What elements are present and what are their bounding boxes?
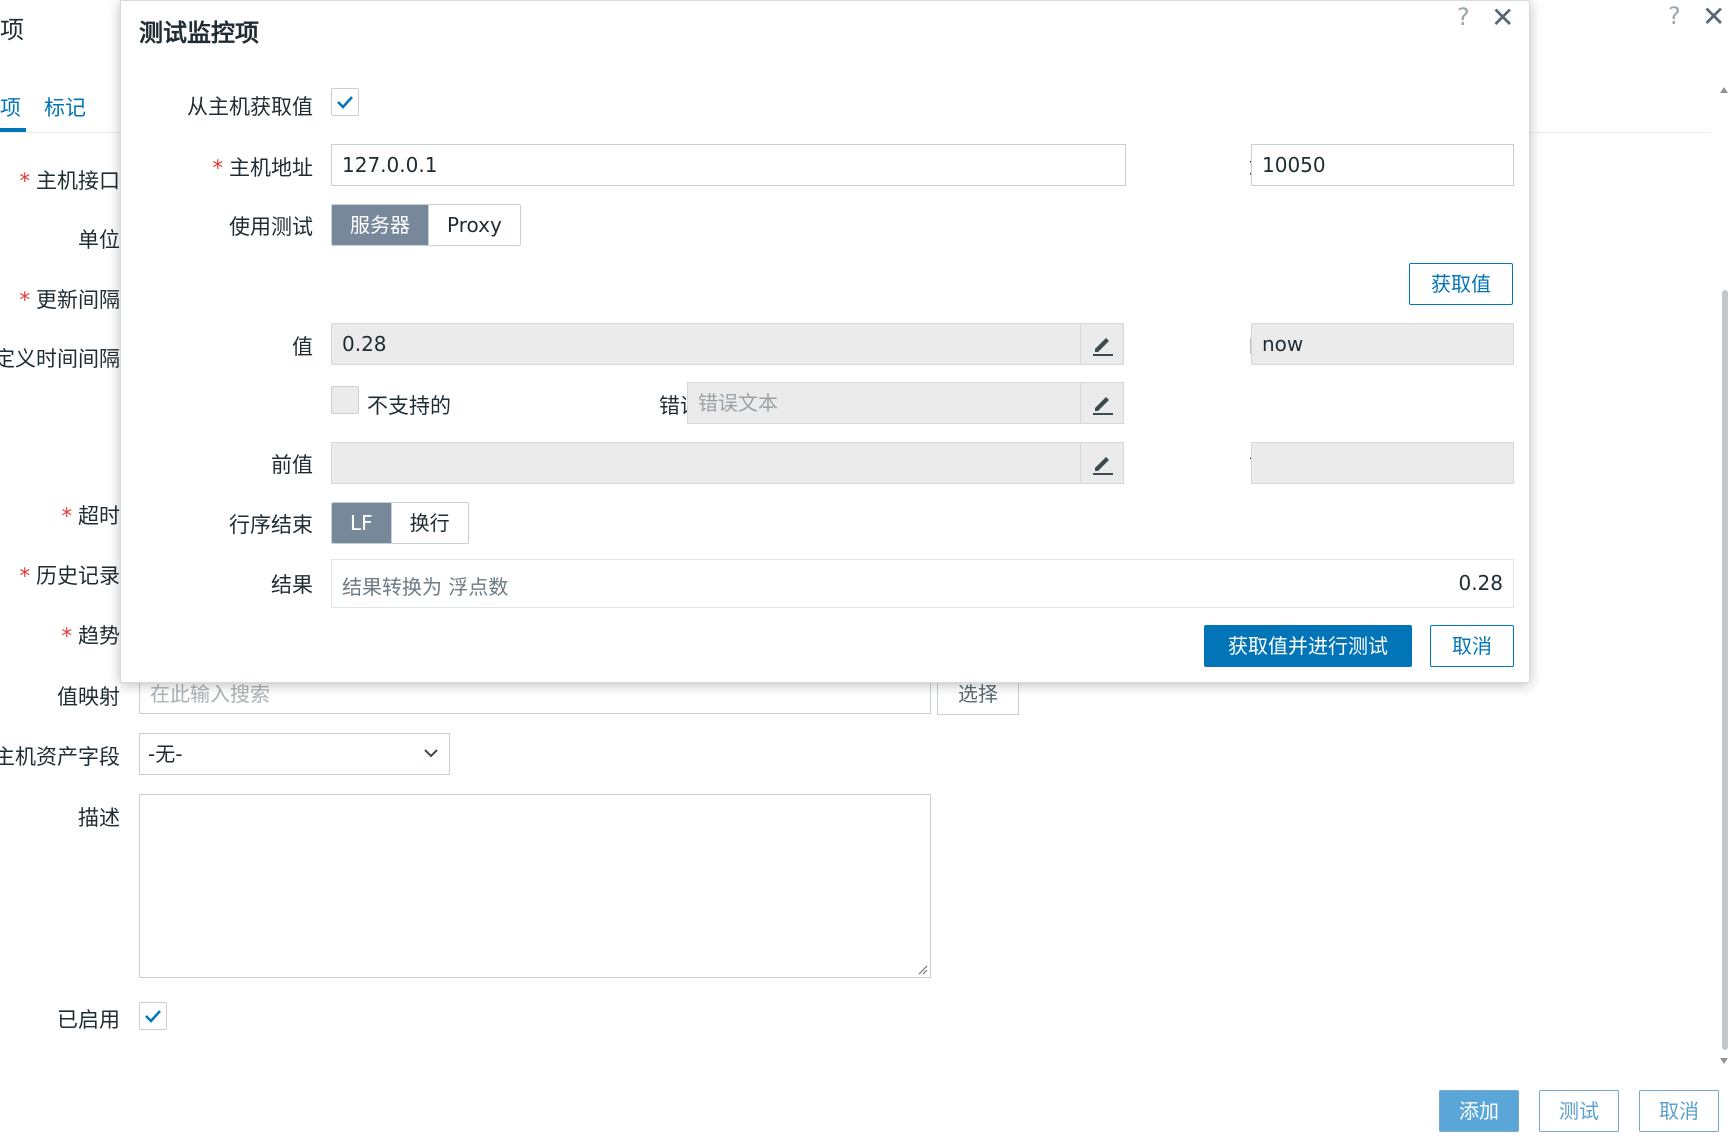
- prev-value-label: 前值: [271, 453, 313, 477]
- background-form-title: 项: [0, 16, 24, 44]
- get-value-button[interactable]: 获取值: [1409, 263, 1513, 305]
- enabled-checkbox[interactable]: [139, 1002, 167, 1030]
- inventory-field-label: 主机资产字段: [0, 745, 120, 769]
- trends-label: * 趋势: [61, 624, 121, 648]
- value-input[interactable]: 0.28: [331, 323, 1124, 365]
- use-test-server-option[interactable]: 服务器: [332, 205, 428, 245]
- custom-intervals-label: 定义时间间隔: [0, 347, 120, 371]
- result-value: 0.28: [1458, 571, 1503, 595]
- description-textarea[interactable]: [139, 794, 931, 978]
- add-button[interactable]: 添加: [1439, 1090, 1519, 1132]
- history-label: * 历史记录: [19, 564, 121, 588]
- update-interval-label: * 更新间隔: [19, 288, 121, 312]
- time-input[interactable]: now: [1251, 323, 1514, 365]
- eol-segmented-control: LF 换行: [331, 502, 469, 544]
- dialog-close-icon[interactable]: ✕: [1491, 1, 1514, 34]
- enabled-label: 已启用: [57, 1008, 120, 1032]
- check-icon: [337, 96, 353, 109]
- tab-item[interactable]: 项: [0, 92, 21, 122]
- error-input[interactable]: 错误文本: [687, 382, 1124, 424]
- dialog-cancel-button[interactable]: 取消: [1430, 625, 1514, 667]
- test-button[interactable]: 测试: [1539, 1090, 1619, 1132]
- scroll-down-icon[interactable]: [1720, 1057, 1728, 1065]
- tab-tags[interactable]: 标记: [44, 92, 86, 122]
- cancel-button[interactable]: 取消: [1639, 1090, 1719, 1132]
- dialog-title: 测试监控项: [139, 19, 259, 47]
- test-item-dialog: 测试监控项 ? ✕ 从主机获取值 *主机地址 127.0.0.1 端口 1005…: [120, 0, 1530, 683]
- background-help-icon[interactable]: ?: [1668, 2, 1681, 30]
- host-interface-label: * 主机接口: [19, 169, 121, 193]
- value-edit-button[interactable]: [1080, 324, 1123, 364]
- prev-value-edit-button[interactable]: [1080, 443, 1123, 483]
- get-from-host-checkbox[interactable]: [331, 88, 359, 116]
- eol-label: 行序结束: [229, 513, 313, 537]
- check-icon: [145, 1010, 161, 1023]
- units-label: 单位: [78, 228, 120, 252]
- resize-handle-icon[interactable]: [916, 963, 928, 975]
- value-map-label: 值映射: [57, 685, 120, 709]
- value-text: 0.28: [342, 332, 387, 356]
- result-label: 结果: [271, 573, 313, 597]
- inventory-field-value: -无-: [148, 742, 183, 766]
- dialog-help-icon[interactable]: ?: [1457, 3, 1470, 31]
- value-label: 值: [292, 335, 313, 359]
- prev-value-input[interactable]: [331, 442, 1124, 484]
- timeout-label: * 超时: [61, 504, 121, 528]
- pencil-icon: [1093, 457, 1113, 475]
- error-edit-button[interactable]: [1080, 383, 1123, 423]
- scrollbar-thumb[interactable]: [1722, 290, 1728, 1050]
- host-address-label: * 主机地址: [212, 156, 314, 180]
- error-placeholder: 错误文本: [698, 391, 778, 415]
- eol-lf-option[interactable]: LF: [332, 503, 391, 543]
- pencil-icon: [1093, 338, 1113, 356]
- result-note: 结果转换为 浮点数: [342, 575, 509, 599]
- host-address-input[interactable]: 127.0.0.1: [331, 144, 1126, 186]
- pencil-icon: [1093, 397, 1113, 415]
- use-test-segmented-control: 服务器 Proxy: [331, 204, 521, 246]
- scroll-up-icon[interactable]: [1720, 86, 1728, 94]
- result-box: 结果转换为 浮点数 0.28: [331, 559, 1514, 608]
- get-from-host-label: 从主机获取值: [187, 95, 313, 119]
- eol-crlf-option[interactable]: 换行: [390, 503, 468, 543]
- use-test-proxy-option[interactable]: Proxy: [428, 205, 520, 245]
- chevron-down-icon: [423, 734, 439, 787]
- description-label: 描述: [78, 806, 120, 830]
- port-input[interactable]: 10050: [1251, 144, 1514, 186]
- not-supported-checkbox[interactable]: [331, 386, 359, 414]
- not-supported-label: 不支持的: [367, 394, 451, 418]
- get-value-and-test-button[interactable]: 获取值并进行测试: [1204, 625, 1412, 667]
- background-close-icon[interactable]: ✕: [1702, 0, 1725, 33]
- inventory-field-select[interactable]: -无-: [139, 733, 450, 775]
- use-test-label: 使用测试: [229, 215, 313, 239]
- prev-time-input[interactable]: [1251, 442, 1514, 484]
